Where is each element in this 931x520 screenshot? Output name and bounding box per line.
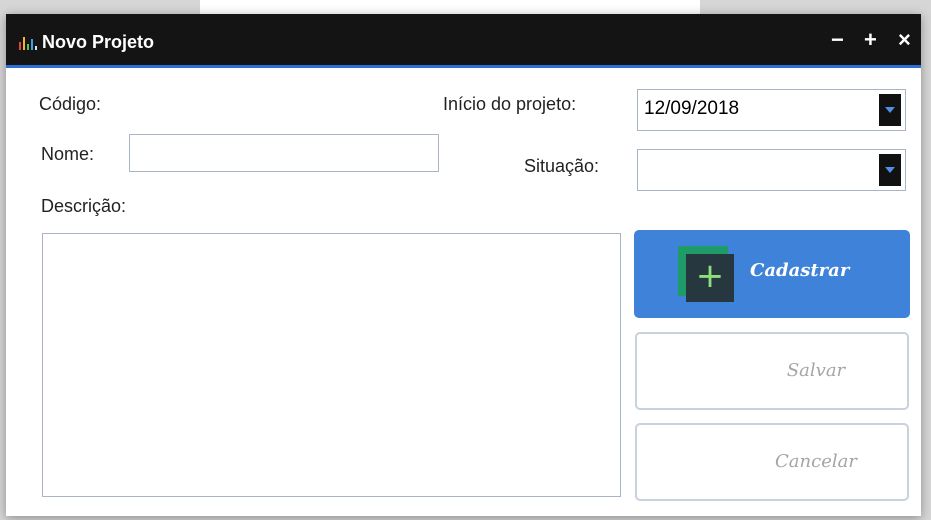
plus-icon: + xyxy=(678,246,738,302)
novo-projeto-window: Novo Projeto − + × Código: Nome: Descriç… xyxy=(6,14,921,516)
background-window-fragment xyxy=(200,0,700,14)
inicio-projeto-date-picker[interactable]: 12/09/2018 xyxy=(637,89,906,131)
descricao-label: Descrição: xyxy=(41,196,127,216)
caret-down-icon[interactable] xyxy=(879,154,901,186)
nome-label: Nome: xyxy=(41,144,95,164)
cancelar-label: Cancelar xyxy=(775,451,857,472)
close-icon[interactable]: × xyxy=(898,28,911,52)
window-title: Novo Projeto xyxy=(42,32,155,52)
situacao-label: Situação: xyxy=(524,156,600,176)
cadastrar-button[interactable]: + Cadastrar xyxy=(634,230,910,318)
situacao-select[interactable] xyxy=(637,149,906,191)
caret-down-icon[interactable] xyxy=(879,94,901,126)
descricao-textarea[interactable] xyxy=(42,233,621,497)
cadastrar-label: Cadastrar xyxy=(750,260,850,281)
inicio-projeto-value: 12/09/2018 xyxy=(644,98,740,119)
nome-input[interactable] xyxy=(129,134,439,172)
cancelar-button[interactable]: Cancelar xyxy=(635,423,909,501)
maximize-icon[interactable]: + xyxy=(864,28,877,52)
salvar-button[interactable]: Salvar xyxy=(635,332,909,410)
codigo-label: Código: xyxy=(39,94,102,114)
minimize-icon[interactable]: − xyxy=(831,28,844,52)
inicio-projeto-label: Início do projeto: xyxy=(443,94,577,114)
salvar-label: Salvar xyxy=(786,360,846,381)
bar-chart-icon xyxy=(19,37,37,50)
title-bar[interactable]: Novo Projeto − + × xyxy=(6,14,921,68)
